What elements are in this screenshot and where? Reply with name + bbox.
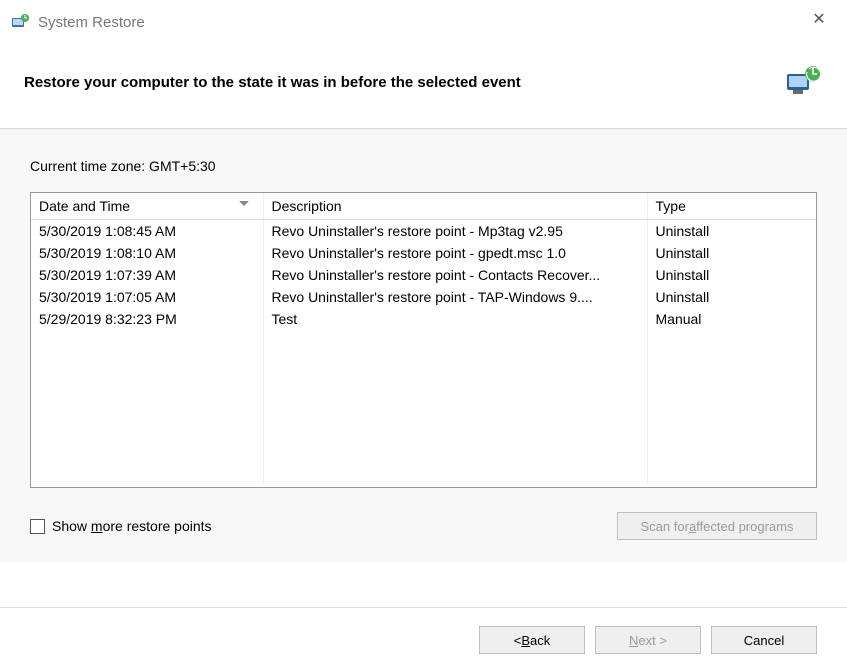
cell-type: Manual — [647, 308, 816, 330]
table-row[interactable]: 5/30/2019 1:08:10 AMRevo Uninstaller's r… — [31, 242, 816, 264]
table-row — [31, 418, 816, 440]
table-row — [31, 396, 816, 418]
cell-type: Uninstall — [647, 242, 816, 264]
cell-datetime: 5/30/2019 1:08:10 AM — [31, 242, 263, 264]
table-row[interactable]: 5/30/2019 1:07:39 AMRevo Uninstaller's r… — [31, 264, 816, 286]
cell-datetime: 5/30/2019 1:07:05 AM — [31, 286, 263, 308]
table-row — [31, 330, 816, 352]
table-row[interactable]: 5/29/2019 8:32:23 PMTestManual — [31, 308, 816, 330]
content: Current time zone: GMT+5:30 Date and Tim… — [0, 129, 847, 562]
cell-datetime: 5/29/2019 8:32:23 PM — [31, 308, 263, 330]
scan-affected-button[interactable]: Scan for affected programs — [617, 512, 817, 540]
col-type-label: Type — [656, 198, 686, 214]
cell-type: Uninstall — [647, 220, 816, 242]
footer: < Back Next > Cancel — [0, 607, 847, 672]
titlebar: System Restore ✕ — [0, 0, 847, 44]
cell-description: Revo Uninstaller's restore point - Conta… — [263, 264, 647, 286]
sort-desc-icon — [239, 201, 249, 206]
restore-wizard-icon — [783, 62, 823, 102]
cell-type: Uninstall — [647, 264, 816, 286]
timezone-label: Current time zone: GMT+5:30 — [30, 158, 817, 174]
cell-description: Revo Uninstaller's restore point - gpedt… — [263, 242, 647, 264]
table-row — [31, 352, 816, 374]
cell-description: Test — [263, 308, 647, 330]
close-icon: ✕ — [812, 9, 825, 29]
table-row[interactable]: 5/30/2019 1:07:05 AMRevo Uninstaller's r… — [31, 286, 816, 308]
restore-points-table[interactable]: Date and Time Description Type 5/30/2019… — [30, 192, 817, 488]
table-row — [31, 374, 816, 396]
col-description-label: Description — [272, 198, 342, 214]
checkbox-icon — [30, 519, 45, 534]
show-more-label: Show more restore points — [52, 518, 212, 534]
col-type[interactable]: Type — [647, 193, 816, 220]
cell-type: Uninstall — [647, 286, 816, 308]
cancel-button[interactable]: Cancel — [711, 626, 817, 654]
table-row — [31, 440, 816, 462]
cell-datetime: 5/30/2019 1:07:39 AM — [31, 264, 263, 286]
cell-description: Revo Uninstaller's restore point - TAP-W… — [263, 286, 647, 308]
close-button[interactable]: ✕ — [799, 4, 839, 34]
cell-description: Revo Uninstaller's restore point - Mp3ta… — [263, 220, 647, 242]
table-row — [31, 462, 816, 484]
header: Restore your computer to the state it wa… — [0, 44, 847, 129]
col-description[interactable]: Description — [263, 193, 647, 220]
below-table-row: Show more restore points Scan for affect… — [30, 512, 817, 540]
back-button[interactable]: < Back — [479, 626, 585, 654]
page-title: Restore your computer to the state it wa… — [24, 74, 521, 91]
show-more-checkbox[interactable]: Show more restore points — [30, 518, 212, 534]
window-title: System Restore — [38, 14, 145, 31]
table-row[interactable]: 5/30/2019 1:08:45 AMRevo Uninstaller's r… — [31, 220, 816, 242]
system-restore-icon — [10, 12, 30, 32]
next-button[interactable]: Next > — [595, 626, 701, 654]
cell-datetime: 5/30/2019 1:08:45 AM — [31, 220, 263, 242]
col-datetime-label: Date and Time — [39, 198, 130, 214]
col-datetime[interactable]: Date and Time — [31, 193, 263, 220]
